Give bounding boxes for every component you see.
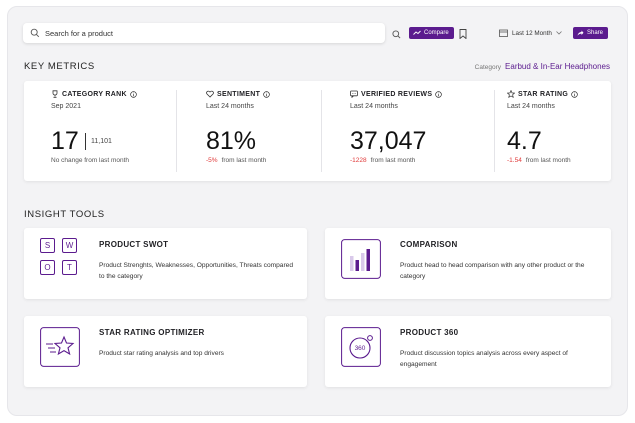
metric-change: -1.54 xyxy=(507,157,522,164)
metric-value: 17 xyxy=(51,127,79,155)
date-range-select[interactable]: Last 12 Month xyxy=(499,27,562,39)
metric-footnote: from last month xyxy=(370,157,416,164)
metric-footnote-row: -1228 from last month xyxy=(350,157,415,164)
info-icon[interactable] xyxy=(130,90,137,98)
compare-button[interactable]: Compare xyxy=(409,27,454,39)
insight-tools-title: INSIGHT TOOLS xyxy=(24,209,105,220)
category-label: Category xyxy=(474,64,502,71)
metric-title: CATEGORY RANK xyxy=(62,90,127,98)
divider xyxy=(85,133,86,150)
tool-description: Product discussion topics analysis acros… xyxy=(400,350,568,368)
share-label: Share xyxy=(587,30,604,36)
key-metrics-card: CATEGORY RANK Sep 2021 17 11,101 No chan… xyxy=(24,81,611,181)
calendar-icon xyxy=(499,29,508,37)
tool-title: PRODUCT 360 xyxy=(400,328,459,337)
swot-letter: T xyxy=(62,260,77,275)
search-bar[interactable] xyxy=(23,23,385,43)
metric-footnote: No change from last month xyxy=(51,157,130,164)
bar-chart-icon xyxy=(341,239,381,279)
tool-title: PRODUCT SWOT xyxy=(99,240,169,249)
metric-verified-reviews: VERIFIED REVIEWS Last 24 months 37,047 -… xyxy=(350,81,490,181)
metric-change: -5% xyxy=(206,157,218,164)
metric-subtitle: Last 24 months xyxy=(507,103,555,110)
compare-label: Compare xyxy=(424,30,449,36)
metric-subtitle: Last 24 months xyxy=(206,103,254,110)
bookmark-icon[interactable] xyxy=(459,28,467,39)
search-icon[interactable] xyxy=(391,29,401,39)
chat-icon xyxy=(350,90,358,98)
search-icon xyxy=(30,28,40,38)
star-speed-icon xyxy=(40,327,80,367)
metric-category-rank: CATEGORY RANK Sep 2021 17 11,101 No chan… xyxy=(51,81,191,181)
info-icon[interactable] xyxy=(263,90,270,98)
metric-subtitle: Sep 2021 xyxy=(51,103,81,110)
metric-subtitle: Last 24 months xyxy=(350,103,398,110)
tool-description: Product head to head comparison with any… xyxy=(400,262,585,280)
info-icon[interactable] xyxy=(571,90,578,98)
360-badge-text: 360 xyxy=(354,345,366,352)
share-icon xyxy=(577,30,584,36)
swot-letter: O xyxy=(40,260,55,275)
trophy-icon xyxy=(51,90,59,98)
metric-title: STAR RATING xyxy=(518,90,569,98)
tool-card-comparison[interactable]: COMPARISON Product head to head comparis… xyxy=(325,228,611,299)
divider xyxy=(321,90,322,172)
tool-title: COMPARISON xyxy=(400,240,458,249)
tool-description: Product star rating analysis and top dri… xyxy=(99,350,224,357)
metric-sentiment: SENTIMENT Last 24 months 81% -5% from las… xyxy=(206,81,326,181)
divider xyxy=(176,90,177,172)
tool-card-star-rating-optimizer[interactable]: STAR RATING OPTIMIZER Product star ratin… xyxy=(24,316,307,387)
metric-value: 81% xyxy=(206,127,257,155)
metric-secondary-value: 11,101 xyxy=(91,138,112,145)
swot-letter: S xyxy=(40,238,55,253)
date-range-label: Last 12 Month xyxy=(512,29,552,37)
tool-description: Product Strenghts, Weaknesses, Opportuni… xyxy=(99,262,294,280)
divider xyxy=(494,90,495,172)
share-button[interactable]: Share xyxy=(573,27,609,39)
category-selector[interactable]: Category Earbud & In-Ear Headphones xyxy=(475,62,610,71)
tool-card-product-360[interactable]: 360 PRODUCT 360 Product discussion topic… xyxy=(325,316,611,387)
metric-value: 4.7 xyxy=(507,127,542,155)
metric-star-rating: STAR RATING Last 24 months 4.7 -1.54 from… xyxy=(507,81,607,181)
metric-footnote: from last month xyxy=(525,157,571,164)
tool-card-product-swot[interactable]: S W O T PRODUCT SWOT Product Strenghts, … xyxy=(24,228,307,299)
key-metrics-title: KEY METRICS xyxy=(24,61,95,72)
chevron-down-icon xyxy=(556,31,562,35)
info-icon[interactable] xyxy=(435,90,443,98)
metric-footnote: from last month xyxy=(221,157,267,164)
metric-change: -1228 xyxy=(350,157,367,164)
heart-icon xyxy=(206,90,214,98)
metric-footnote-row: -1.54 from last month xyxy=(507,157,571,164)
swot-letter: W xyxy=(62,238,77,253)
compare-icon xyxy=(413,30,421,36)
swot-icon: S W O T xyxy=(40,238,80,278)
metric-footnote-row: -5% from last month xyxy=(206,157,266,164)
metric-title: SENTIMENT xyxy=(217,90,261,98)
category-value[interactable]: Earbud & In-Ear Headphones xyxy=(505,62,610,71)
tool-title: STAR RATING OPTIMIZER xyxy=(99,328,205,337)
metric-title: VERIFIED REVIEWS xyxy=(361,90,433,98)
search-input[interactable] xyxy=(45,28,345,38)
metric-value: 37,047 xyxy=(350,127,427,155)
star-icon xyxy=(507,90,515,98)
360-icon: 360 xyxy=(341,327,381,367)
